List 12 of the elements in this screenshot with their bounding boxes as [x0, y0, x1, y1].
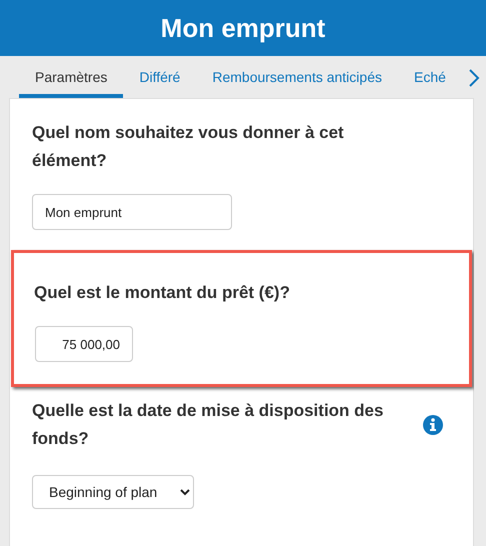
question-label: Quelle est la date de mise à disposition des fonds?: [32, 400, 384, 450]
amount-field[interactable]: 75 000,00: [35, 326, 133, 362]
tab[interactable]: Remboursements anticipés: [196, 56, 398, 98]
question-label: Quel nom souhaitez vous donner à cet élément?: [32, 122, 345, 172]
date-select[interactable]: Beginning of plan: [32, 475, 194, 509]
name-field[interactable]: Mon emprunt: [32, 194, 232, 230]
question-label: Quel est le montant du prêt (€)?: [34, 282, 291, 304]
chevron-right-icon[interactable]: [468, 69, 480, 87]
info-icon[interactable]: [423, 415, 444, 435]
page-title: Mon emprunt: [160, 12, 326, 44]
tab[interactable]: Différé: [123, 56, 196, 98]
tab[interactable]: Eché: [398, 56, 462, 98]
